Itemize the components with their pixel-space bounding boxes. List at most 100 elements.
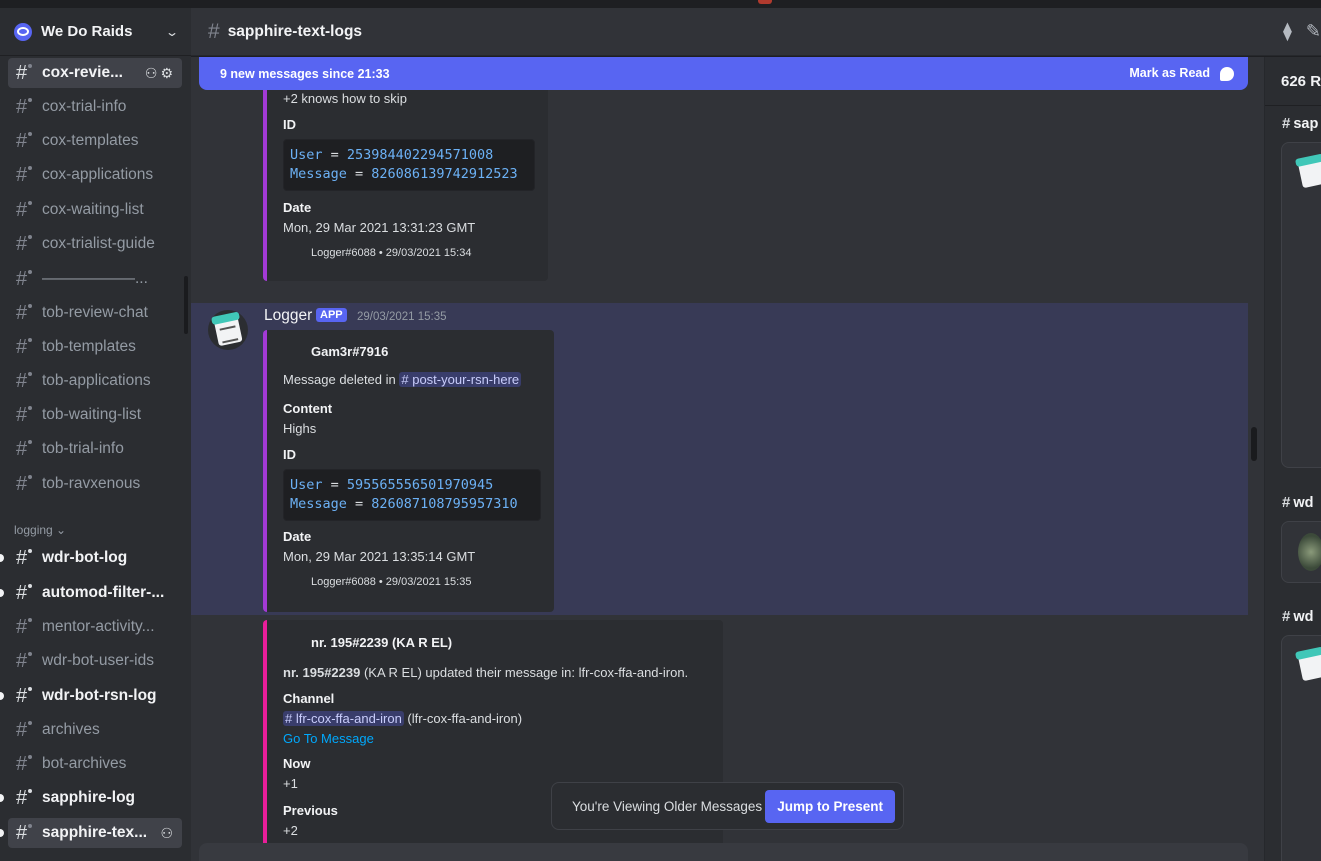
channel-tob-review-chat[interactable]: # tob-review-chat [8, 298, 182, 328]
text-channel-icon: # [16, 62, 42, 85]
field-value: +1 [283, 776, 298, 791]
new-messages-bar[interactable]: 9 new messages since 21:33 Mark as Read [199, 57, 1248, 90]
text-channel-icon: # [1282, 608, 1291, 625]
channel-mentor-activity[interactable]: # mentor-activity... [8, 612, 182, 642]
notification-bell-icon[interactable]: ✎ [1306, 21, 1321, 42]
add-member-icon[interactable]: ⚇ [145, 65, 161, 81]
unread-indicator [0, 794, 4, 802]
result-channel-label[interactable]: # wd [1282, 608, 1313, 625]
text-channel-icon: # [16, 753, 42, 776]
channel-divider[interactable]: # ——————... [8, 264, 182, 294]
channel-automod-filter[interactable]: # automod-filter-... [8, 578, 182, 608]
search-result-card[interactable] [1281, 142, 1321, 468]
channel-mention[interactable]: # post-your-rsn-here [399, 372, 522, 387]
channel-cox-waiting-list[interactable]: # cox-waiting-list [8, 195, 182, 225]
result-channel-label[interactable]: # sap [1282, 115, 1318, 132]
embed-description: Message deleted in # post-your-rsn-here [283, 372, 522, 387]
go-to-message-link[interactable]: Go To Message [283, 731, 374, 746]
field-value: Mon, 29 Mar 2021 13:35:14 GMT [283, 549, 476, 564]
message-timestamp[interactable]: 29/03/2021 15:35 [357, 311, 447, 323]
id-code-block: User = 595565556501970945 Message = 8260… [283, 469, 541, 521]
channel-tob-ravxenous[interactable]: # tob-ravxenous [8, 469, 182, 499]
text-channel-icon: # [16, 685, 42, 708]
text-channel-icon: # [16, 199, 42, 222]
embed-author: nr. 195#2239 (KA R EL) [311, 635, 453, 650]
channel-tob-waiting-list[interactable]: # tob-waiting-list [8, 400, 182, 430]
window-top-strip [0, 0, 1321, 8]
channel-wdr-bot-log[interactable]: # wdr-bot-log [8, 543, 182, 573]
text-channel-icon: # [208, 19, 220, 43]
text-channel-icon: # [16, 719, 42, 742]
field-name: Date [283, 529, 312, 544]
id-code-block: User = 253984402294571008 Message = 8260… [283, 139, 535, 191]
text-channel-icon: # [16, 268, 42, 291]
notepad-icon [213, 313, 243, 347]
jump-to-present-button[interactable]: Jump to Present [765, 790, 895, 823]
text-channel-icon: # [1282, 494, 1291, 511]
channel-sapphire-text-logs[interactable]: # sapphire-tex... ⚇ [8, 818, 182, 848]
threads-icon[interactable]: ⧫ [1283, 21, 1292, 42]
channel-cox-applications[interactable]: # cox-applications [8, 160, 182, 190]
log-embed: Gam3r#7916 Message deleted in # post-you… [263, 330, 554, 612]
search-result-card[interactable] [1281, 635, 1321, 861]
text-channel-icon: # [16, 370, 42, 393]
avatar[interactable] [208, 310, 248, 350]
mark-read-icon [1220, 66, 1234, 81]
channel-tob-trial-info[interactable]: # tob-trial-info [8, 434, 182, 464]
channel-tob-templates[interactable]: # tob-templates [8, 332, 182, 362]
embed-description: nr. 195#2239 (KA R EL) updated their mes… [283, 665, 689, 680]
older-messages-text: You're Viewing Older Messages [572, 798, 763, 814]
message-row[interactable]: Logger APP 29/03/2021 15:35 Gam3r#7916 M… [191, 303, 1248, 615]
channel-mention[interactable]: # lfr-cox-ffa-and-iron [283, 711, 404, 726]
add-member-icon[interactable]: ⚇ [160, 825, 176, 842]
channel-wdr-bot-user-ids[interactable]: # wdr-bot-user-ids [8, 646, 182, 676]
text-channel-icon: # [16, 233, 42, 256]
field-name: Previous [283, 803, 338, 818]
results-count: 626 R [1281, 73, 1321, 90]
new-messages-text: 9 new messages since 21:33 [220, 66, 390, 81]
channel-bot-archives[interactable]: # bot-archives [8, 749, 182, 779]
gear-icon[interactable]: ⚙ [160, 65, 176, 81]
avatar [1298, 533, 1321, 571]
text-channel-icon: # [16, 302, 42, 325]
channel-wdr-bot-rsn-log[interactable]: # wdr-bot-rsn-log [8, 681, 182, 711]
unread-indicator [0, 692, 4, 700]
channel-sapphire-log[interactable]: # sapphire-log [8, 783, 182, 813]
log-embed: +2 knows how to skip ID User = 253984402… [263, 57, 548, 281]
embed-text: +2 knows how to skip [283, 91, 407, 106]
field-name: Now [283, 756, 311, 771]
text-channel-icon: # [16, 547, 42, 570]
field-name: ID [283, 447, 296, 462]
chevron-down-icon[interactable]: ⌄ [165, 25, 179, 39]
channel-cox-trial-info[interactable]: # cox-trial-info [8, 92, 182, 122]
field-name: Content [283, 401, 333, 416]
message-composer[interactable] [199, 843, 1248, 861]
channel-tob-applications[interactable]: # tob-applications [8, 366, 182, 396]
server-header[interactable]: We Do Raids ⌄ [0, 8, 191, 56]
result-channel-label[interactable]: # wd [1282, 494, 1313, 511]
channel-archives[interactable]: # archives [8, 715, 182, 745]
text-channel-icon: # [16, 336, 42, 359]
channel-action-icons[interactable]: ⚇⚙ [145, 65, 176, 82]
sidebar-scrollbar[interactable] [184, 276, 188, 334]
text-channel-icon: # [16, 822, 42, 845]
search-result-card[interactable] [1281, 521, 1321, 583]
app-badge: APP [316, 308, 347, 322]
channel-sidebar: We Do Raids ⌄ # cox-revie... ⚇⚙ # cox-tri… [0, 8, 191, 861]
channel-cox-templates[interactable]: # cox-templates [8, 126, 182, 156]
field-value: Mon, 29 Mar 2021 13:31:23 GMT [283, 220, 476, 235]
message-author[interactable]: Logger [264, 307, 312, 325]
avatar [1297, 155, 1321, 189]
text-channel-icon: # [16, 787, 42, 810]
channel-cox-trialist-guide[interactable]: # cox-trialist-guide [8, 229, 182, 259]
category-logging[interactable]: logging ⌄ [14, 523, 66, 537]
embed-footer: Logger#6088 • 29/03/2021 15:34 [311, 247, 472, 259]
embed-footer: Logger#6088 • 29/03/2021 15:35 [311, 576, 472, 588]
search-results-panel: 626 R # sap # wd # wd [1264, 57, 1321, 861]
mark-as-read-button[interactable]: Mark as Read [1129, 66, 1234, 81]
text-channel-icon: # [16, 650, 42, 673]
message-scrollbar[interactable] [1251, 427, 1257, 461]
server-name: We Do Raids [41, 23, 133, 40]
channel-cox-review[interactable]: # cox-revie... ⚇⚙ [8, 58, 182, 88]
text-channel-icon: # [16, 164, 42, 187]
